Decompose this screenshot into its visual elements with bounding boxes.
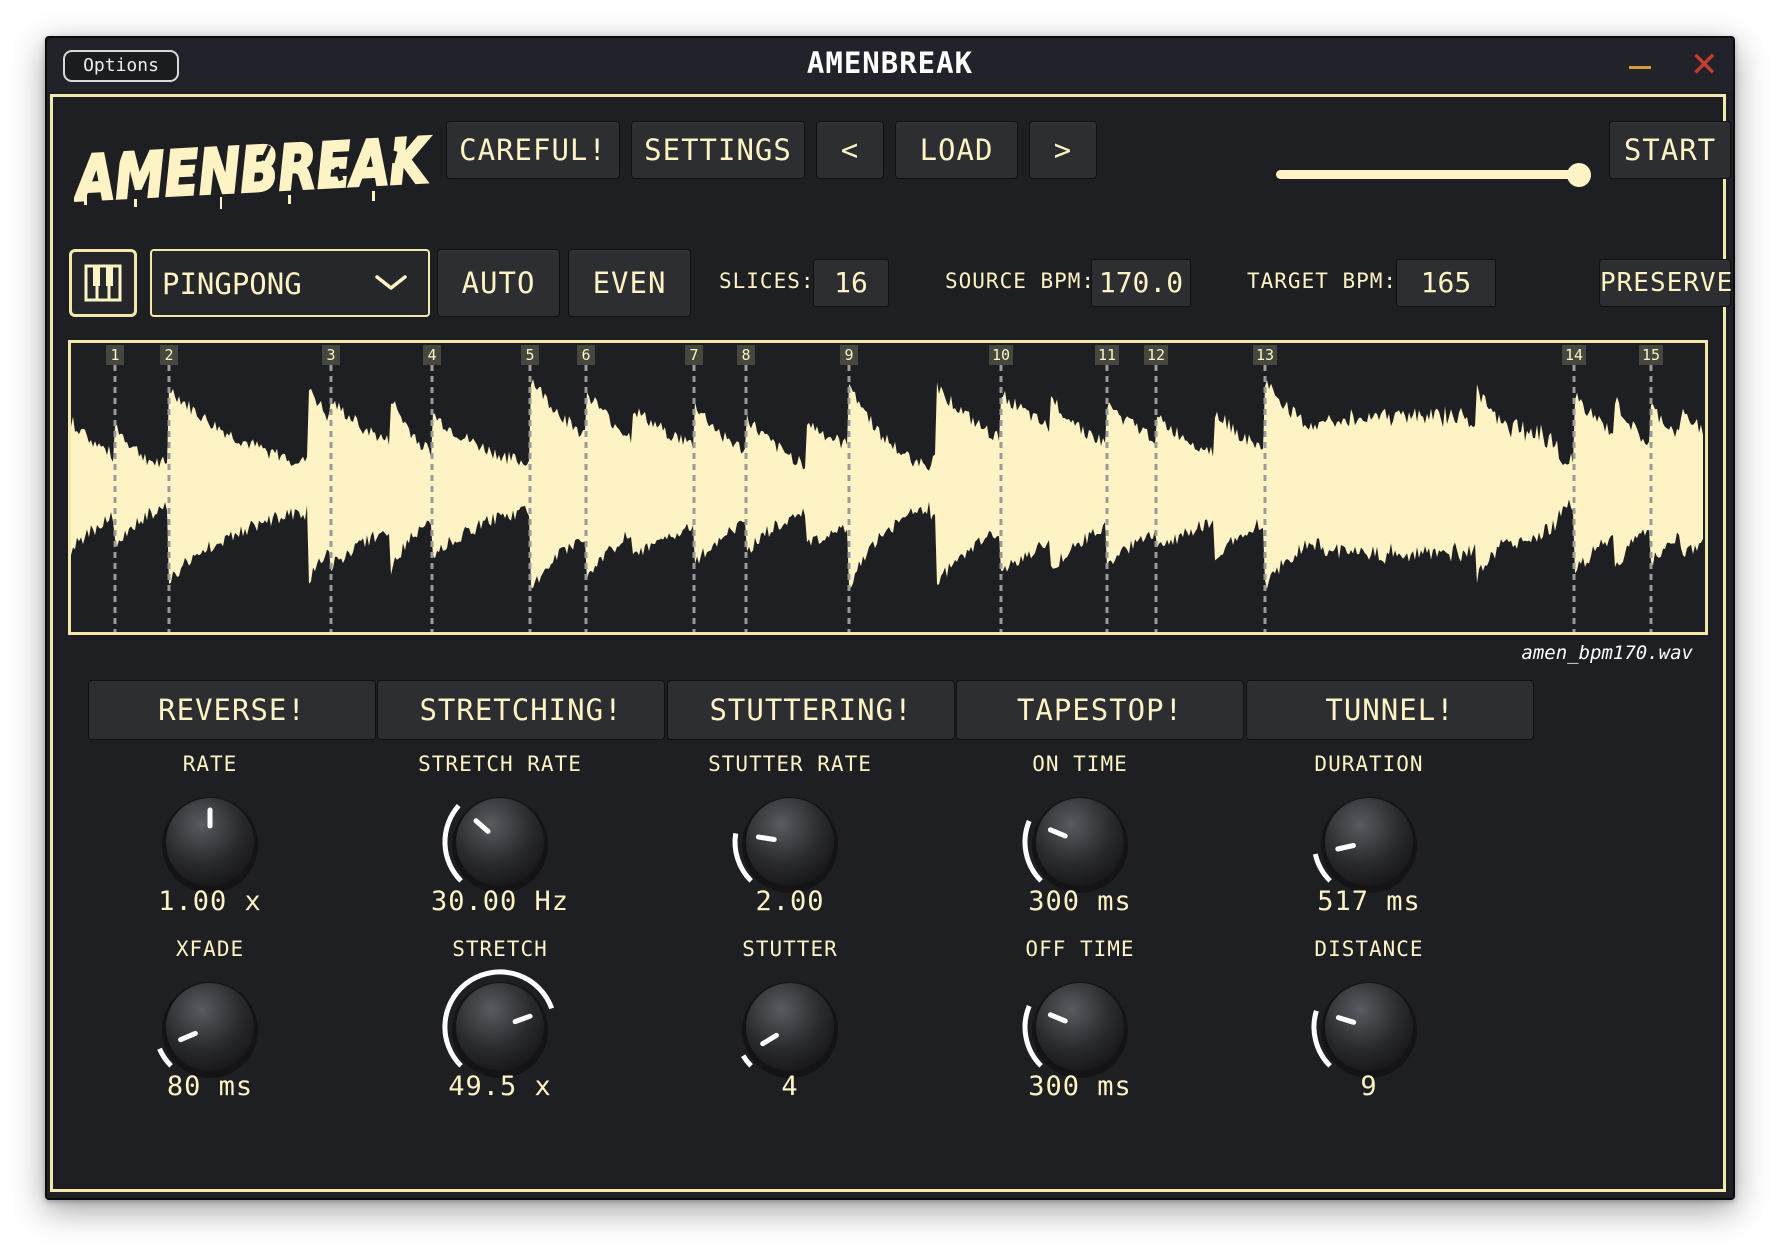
plugin-window: Options AMENBREAK ✕ AMENBREAK CAREFUL! S… bbox=[45, 36, 1735, 1200]
knob[interactable] bbox=[430, 780, 570, 900]
mode-dropdown-value: PINGPONG bbox=[162, 267, 302, 301]
knob-label: STUTTER RATE bbox=[708, 752, 872, 776]
knob-body bbox=[746, 983, 834, 1071]
slice-marker-label: 10 bbox=[992, 346, 1010, 364]
waveform-svg[interactable]: 1 2 3 4 5 6 7 8 9 10 11 12 13 14 15 bbox=[71, 343, 1705, 632]
target-bpm-label: TARGET BPM: bbox=[1247, 269, 1398, 293]
slice-marker-label: 7 bbox=[689, 346, 698, 364]
volume-slider-track[interactable] bbox=[1276, 170, 1586, 179]
knob-body bbox=[456, 798, 544, 886]
knob-body bbox=[456, 983, 544, 1071]
knob-label: DISTANCE bbox=[1314, 937, 1424, 961]
settings-button[interactable]: SETTINGS bbox=[631, 121, 805, 179]
title-bar: Options AMENBREAK ✕ bbox=[47, 38, 1733, 92]
knob-body bbox=[1325, 798, 1413, 886]
knob-pointer bbox=[1335, 843, 1356, 852]
slice-marker-label: 1 bbox=[110, 346, 119, 364]
knob-label: ON TIME bbox=[1032, 752, 1128, 776]
knob-label: XFADE bbox=[175, 937, 245, 961]
knob-value: 9 bbox=[1360, 1071, 1378, 1102]
slice-marker-label: 3 bbox=[326, 346, 335, 364]
sample-filename: amen_bpm170.wav bbox=[1521, 642, 1693, 664]
knob-body bbox=[1036, 798, 1124, 886]
knob-value: 49.5 x bbox=[448, 1071, 552, 1102]
main-panel: AMENBREAK CAREFUL! SETTINGS < LOAD > STA… bbox=[50, 94, 1732, 1192]
effect-button[interactable]: REVERSE! bbox=[88, 680, 376, 740]
volume-slider-thumb[interactable] bbox=[1567, 163, 1591, 187]
knob-value: 4 bbox=[781, 1071, 799, 1102]
slice-marker-label: 11 bbox=[1098, 346, 1116, 364]
piano-keys-icon bbox=[84, 264, 122, 302]
mode-dropdown[interactable]: PINGPONG bbox=[150, 249, 430, 317]
knob-body bbox=[1325, 983, 1413, 1071]
even-button[interactable]: EVEN bbox=[568, 249, 691, 317]
preserve-button[interactable]: PRESERVE bbox=[1599, 259, 1732, 307]
knob-pointer bbox=[755, 834, 777, 842]
knob-body bbox=[1036, 983, 1124, 1071]
next-button[interactable]: > bbox=[1029, 121, 1097, 179]
logo-text: AMENBREAK bbox=[74, 124, 433, 216]
effect-button[interactable]: TUNNEL! bbox=[1246, 680, 1534, 740]
knob-label: STUTTER bbox=[742, 937, 838, 961]
slices-input[interactable]: 16 bbox=[813, 259, 889, 307]
window-title: AMENBREAK bbox=[806, 46, 974, 80]
auto-button[interactable]: AUTO bbox=[437, 249, 560, 317]
knob-value: 517 ms bbox=[1317, 886, 1421, 917]
knob-label: RATE bbox=[182, 752, 238, 776]
knob-value: 80 ms bbox=[166, 1071, 254, 1102]
amenbreak-logo: AMENBREAK bbox=[74, 122, 434, 217]
knob[interactable] bbox=[720, 965, 860, 1085]
knob-label: DURATION bbox=[1314, 752, 1424, 776]
knob-label: OFF TIME bbox=[1025, 937, 1135, 961]
source-bpm-input[interactable]: 170.0 bbox=[1091, 259, 1191, 307]
knob[interactable] bbox=[430, 965, 570, 1085]
slice-marker-label: 6 bbox=[581, 346, 590, 364]
waveform-display[interactable]: 1 2 3 4 5 6 7 8 9 10 11 12 13 14 15 bbox=[68, 340, 1708, 635]
slice-marker-label: 4 bbox=[427, 346, 436, 364]
slice-marker-label: 15 bbox=[1642, 346, 1660, 364]
knob-arc bbox=[740, 1054, 753, 1068]
knob[interactable] bbox=[1299, 780, 1439, 900]
target-bpm-input[interactable]: 165 bbox=[1396, 259, 1496, 307]
slice-marker-label: 9 bbox=[844, 346, 853, 364]
slice-marker-label: 13 bbox=[1256, 346, 1274, 364]
knob-body bbox=[746, 798, 834, 886]
load-button[interactable]: LOAD bbox=[895, 121, 1018, 179]
knob-value: 2.00 bbox=[755, 886, 825, 917]
knob-value: 1.00 x bbox=[158, 886, 262, 917]
effect-button[interactable]: STUTTERING! bbox=[667, 680, 955, 740]
slices-label: SLICES: bbox=[719, 269, 815, 293]
effect-button[interactable]: STRETCHING! bbox=[377, 680, 665, 740]
knob-value: 30.00 Hz bbox=[430, 886, 570, 917]
slice-marker-label: 8 bbox=[741, 346, 750, 364]
waveform-shape bbox=[71, 379, 1703, 589]
slice-marker-label: 2 bbox=[164, 346, 173, 364]
minimize-icon[interactable] bbox=[1629, 66, 1651, 69]
slice-marker-label: 14 bbox=[1565, 346, 1583, 364]
knob[interactable] bbox=[1299, 965, 1439, 1085]
knob-value: 300 ms bbox=[1028, 1071, 1132, 1102]
knob[interactable] bbox=[140, 965, 280, 1085]
knob-body bbox=[166, 983, 254, 1071]
chevron-down-icon bbox=[375, 275, 407, 290]
knob[interactable] bbox=[1010, 965, 1150, 1085]
prev-button[interactable]: < bbox=[816, 121, 884, 179]
knob[interactable] bbox=[1010, 780, 1150, 900]
effect-button[interactable]: TAPESTOP! bbox=[956, 680, 1244, 740]
start-button[interactable]: START bbox=[1609, 121, 1731, 179]
slice-marker-label: 5 bbox=[525, 346, 534, 364]
knob-label: STRETCH bbox=[452, 937, 548, 961]
careful-button[interactable]: CAREFUL! bbox=[446, 121, 620, 179]
knob[interactable] bbox=[720, 780, 860, 900]
source-bpm-label: SOURCE BPM: bbox=[945, 269, 1096, 293]
slice-marker-label: 12 bbox=[1147, 346, 1165, 364]
close-icon[interactable]: ✕ bbox=[1690, 48, 1719, 82]
knob[interactable] bbox=[140, 780, 280, 900]
knob-label: STRETCH RATE bbox=[418, 752, 582, 776]
midi-button[interactable] bbox=[69, 249, 137, 317]
knob-value: 300 ms bbox=[1028, 886, 1132, 917]
